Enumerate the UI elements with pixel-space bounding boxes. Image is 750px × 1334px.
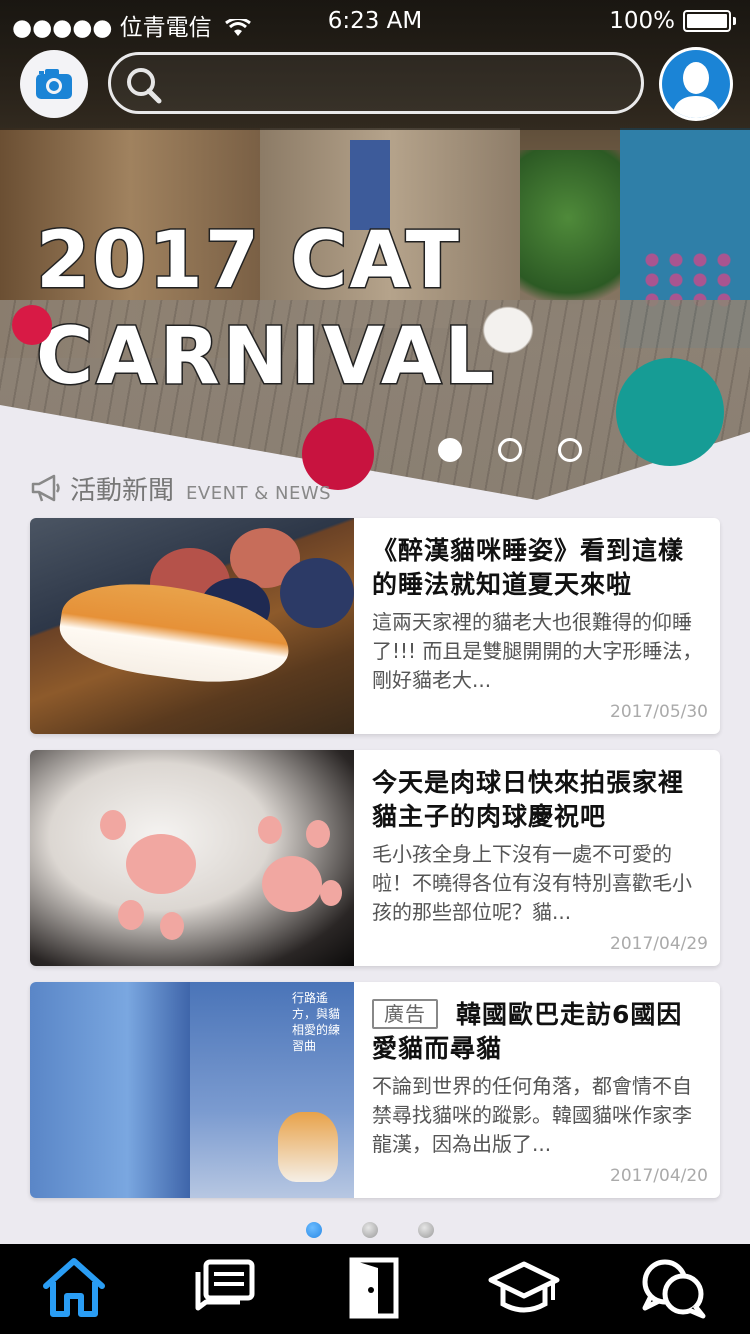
profile-avatar[interactable]	[662, 50, 730, 118]
page-dot[interactable]	[418, 1222, 434, 1238]
tab-door[interactable]	[334, 1252, 414, 1324]
news-thumbnail	[30, 518, 354, 734]
home-icon	[43, 1258, 105, 1317]
news-title: 廣告 韓國歐巴走訪6國因愛貓而尋貓	[372, 999, 683, 1063]
banner-title-line1: 2017 CAT	[34, 216, 462, 306]
camera-icon	[36, 69, 72, 99]
megaphone-icon	[31, 474, 60, 502]
page-dot[interactable]	[362, 1222, 378, 1238]
news-excerpt: 這兩天家裡的貓老大也很難得的仰睡了!!! 而且是雙腿開開的大字形睡法，剛好貓老大…	[372, 610, 703, 692]
ad-badge: 廣告	[372, 999, 438, 1029]
chat-icon	[642, 1259, 706, 1319]
tab-learn[interactable]	[484, 1252, 564, 1324]
camera-button[interactable]	[20, 50, 88, 118]
news-title: 《醉漢貓咪睡姿》看到這樣的睡法就知道夏天來啦	[372, 536, 685, 599]
news-card[interactable]: 行路遙方，與貓相愛的練習曲 廣告 韓國歐巴走訪6國因愛貓而尋貓 不論到世界的任何角…	[30, 982, 720, 1198]
carousel-dot[interactable]	[438, 438, 462, 462]
news-date: 2017/05/30	[610, 702, 708, 722]
banner-carousel-indicator[interactable]	[438, 438, 588, 464]
search-input[interactable]	[171, 65, 635, 103]
carousel-dot[interactable]	[558, 438, 582, 462]
news-icon	[195, 1259, 255, 1311]
user-icon	[672, 62, 720, 118]
search-icon	[127, 68, 162, 104]
page-dot[interactable]	[306, 1222, 322, 1238]
tab-bar	[0, 1244, 750, 1334]
decor-circle-red	[12, 305, 52, 345]
news-title: 今天是肉球日快來拍張家裡貓主子的肉球慶祝吧	[372, 768, 685, 831]
news-excerpt: 毛小孩全身上下沒有一處不可愛的啦！不曉得各位有沒有特別喜歡毛小孩的那些部位呢？貓…	[372, 842, 692, 924]
battery-icon	[683, 10, 731, 32]
news-excerpt: 不論到世界的任何角落，都會情不自禁尋找貓咪的蹤影。韓國貓咪作家李龍漢，因為出版了…	[372, 1074, 692, 1156]
news-thumbnail	[30, 750, 354, 966]
search-bar[interactable]	[108, 52, 644, 114]
news-date: 2017/04/29	[610, 934, 708, 954]
carousel-dot[interactable]	[498, 438, 522, 462]
tab-chat[interactable]	[634, 1252, 714, 1324]
graduation-cap-icon	[488, 1261, 560, 1313]
list-page-indicator[interactable]	[306, 1222, 436, 1240]
tab-home[interactable]	[34, 1252, 114, 1324]
decor-circle-teal	[616, 358, 724, 466]
news-card[interactable]: 《醉漢貓咪睡姿》看到這樣的睡法就知道夏天來啦 這兩天家裡的貓老大也很難得的仰睡了…	[30, 518, 720, 734]
section-header: 活動新聞 EVENT & NEWS	[30, 470, 331, 506]
banner-title-line2: CARNIVAL	[34, 312, 498, 402]
news-card[interactable]: 今天是肉球日快來拍張家裡貓主子的肉球慶祝吧 毛小孩全身上下沒有一處不可愛的啦！不…	[30, 750, 720, 966]
section-title: 活動新聞	[70, 476, 175, 506]
battery-indicator: 100%	[609, 8, 736, 34]
status-bar: ●●●●● 位青電信 6:23 AM 100%	[0, 0, 750, 44]
news-thumbnail: 行路遙方，與貓相愛的練習曲	[30, 982, 354, 1198]
door-icon	[349, 1257, 399, 1319]
tab-news[interactable]	[184, 1252, 264, 1324]
section-subtitle: EVENT & NEWS	[186, 483, 332, 504]
thumbnail-caption: 行路遙方，與貓相愛的練習曲	[292, 991, 341, 1053]
news-date: 2017/04/20	[610, 1166, 708, 1186]
